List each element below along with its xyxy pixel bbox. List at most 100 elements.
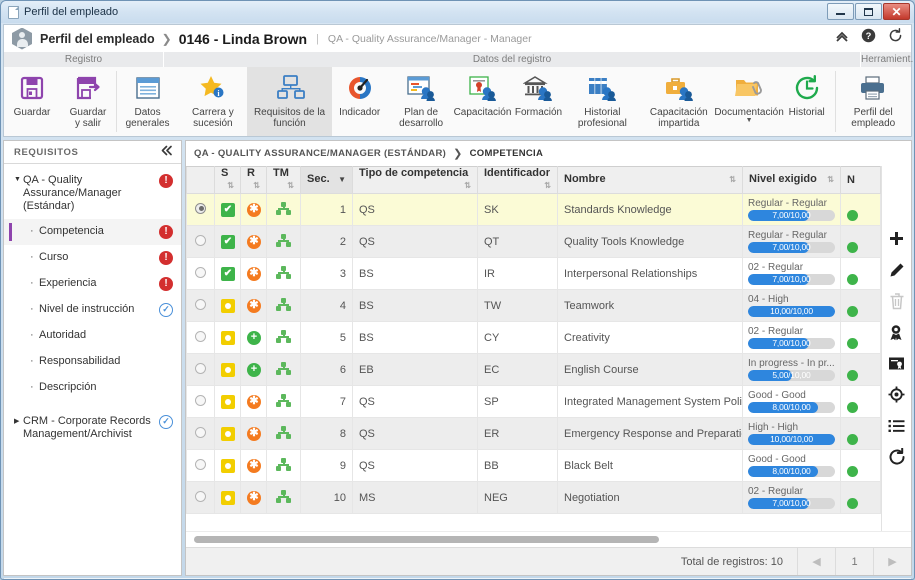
row-select-cell[interactable] — [186, 225, 215, 258]
close-button[interactable]: ✕ — [883, 3, 910, 20]
collapse-ribbon-icon[interactable] — [835, 29, 849, 43]
row-select-cell[interactable] — [186, 417, 215, 450]
ribbon-button-formacion[interactable]: Formación — [510, 67, 566, 136]
th-identificador[interactable]: Identificador ⇅ — [477, 166, 558, 194]
tree-node-nivel-de-instruccion[interactable]: · Nivel de instrucción ✓ — [4, 297, 181, 323]
row-radio[interactable] — [195, 266, 206, 278]
row-select-cell[interactable] — [186, 321, 215, 354]
row-select-cell[interactable] — [186, 289, 215, 322]
th-nombre[interactable]: Nombre ⇅ — [557, 166, 743, 194]
sec-cell: 5 — [300, 321, 353, 354]
expand-arrow-icon[interactable]: ▼ — [14, 174, 23, 183]
refresh-icon[interactable] — [888, 28, 903, 43]
row-select-cell[interactable] — [186, 449, 215, 482]
breadcrumb-root[interactable]: Perfil del empleado — [40, 32, 155, 46]
ribbon-button-requisitos-de-la-funcion[interactable]: Requisitos de la función — [247, 67, 332, 136]
table-row[interactable]: ✱ 4 BS TW Teamwork 04 - High 10,00/10,00 — [186, 289, 881, 322]
row-radio[interactable] — [195, 234, 206, 246]
row-radio[interactable] — [195, 458, 206, 470]
row-radio[interactable] — [195, 202, 206, 214]
th-r[interactable]: R ⇅ — [240, 166, 267, 194]
th-tm[interactable]: TM ⇅ — [266, 166, 301, 194]
ribbon-button-guardar-y-salir[interactable]: Guardar y salir — [60, 67, 116, 136]
row-select-cell[interactable] — [186, 481, 215, 514]
body-area: REQUISITOS ▼ QA - Quality Assurance/Mana… — [3, 140, 912, 576]
table-row[interactable]: ✱ 8 QS ER Emergency Response and Preparation… — [186, 417, 881, 450]
row-select-cell[interactable] — [186, 257, 215, 290]
sort-icon[interactable]: ⇅ — [464, 179, 471, 193]
sort-icon[interactable]: ⇅ — [827, 173, 834, 187]
certificate-icon[interactable] — [882, 348, 912, 379]
tree-node-experiencia[interactable]: · Experiencia ! — [4, 271, 181, 297]
ribbon-button-capacitacion-impartida[interactable]: Capacitación impartida — [638, 67, 719, 136]
th-sec[interactable]: Sec. ▼ — [300, 166, 353, 194]
ribbon-button-datos-generales[interactable]: Datos generales — [117, 67, 179, 136]
tree-node-qa-root[interactable]: ▼ QA - Quality Assurance/Manager (Estánd… — [4, 168, 181, 219]
th-next-column[interactable]: N — [840, 166, 881, 194]
chevron-down-icon[interactable]: ▼ — [746, 117, 753, 124]
row-select-cell[interactable] — [186, 353, 215, 386]
tree-node-competencia[interactable]: · Competencia ! — [4, 219, 181, 245]
ribbon-button-guardar[interactable]: Guardar — [4, 67, 60, 136]
prev-page-button[interactable]: ◀ — [797, 548, 835, 575]
maximize-button[interactable] — [855, 3, 882, 20]
grid-scroll-area[interactable]: S ⇅ R ⇅ TM ⇅ Sec. ▼ Tipo de competencia ⇅ Ide… — [186, 166, 881, 531]
table-row[interactable]: ✔ ✱ 2 QS QT Quality Tools Knowledge Regular - … — [186, 225, 881, 258]
table-row[interactable]: ✔ ✱ 3 BS IR Interpersonal Relationships 02 - R… — [186, 257, 881, 290]
ribbon-button-historial[interactable]: Historial — [779, 67, 835, 136]
row-radio[interactable] — [195, 362, 206, 374]
row-select-cell[interactable] — [186, 385, 215, 418]
ribbon-button-carrera-y-sucesion[interactable]: i Carrera y sucesión — [178, 67, 247, 136]
row-radio[interactable] — [195, 298, 206, 310]
table-row[interactable]: ✱ 10 MS NEG Negotiation 02 - Regular 7,00/10,0… — [186, 481, 881, 514]
grid-hscroll-thumb[interactable] — [194, 536, 660, 543]
sort-icon[interactable]: ⇅ — [253, 179, 260, 193]
sort-desc-icon[interactable]: ▼ — [338, 173, 346, 187]
sort-icon[interactable]: ⇅ — [227, 179, 234, 193]
row-radio[interactable] — [195, 490, 206, 502]
table-row[interactable]: ✱ 9 QS BB Black Belt Good - Good 8,00/10,00 — [186, 449, 881, 482]
tree-node-descripcion[interactable]: · Descripción — [4, 375, 181, 401]
next-page-button[interactable]: ▶ — [873, 548, 911, 575]
sort-icon[interactable]: ⇅ — [287, 179, 294, 193]
edit-pencil-icon[interactable] — [882, 255, 912, 286]
th-tipo[interactable]: Tipo de competencia ⇅ — [352, 166, 478, 194]
expand-arrow-icon[interactable]: ▶ — [14, 415, 23, 425]
help-icon[interactable]: ? — [861, 28, 876, 43]
table-row[interactable]: ✱ 7 QS SP Integrated Management System Polic… — [186, 385, 881, 418]
sort-icon[interactable]: ⇅ — [544, 179, 551, 193]
row-radio[interactable] — [195, 330, 206, 342]
ribbon-button-plan-de-desarrollo[interactable]: Plan de desarrollo — [388, 67, 455, 136]
row-select-cell[interactable] — [186, 193, 215, 226]
tree-node-responsabilidad[interactable]: · Responsabilidad — [4, 349, 181, 375]
tree-node-curso[interactable]: · Curso ! — [4, 245, 181, 271]
ribbon-button-historial-profesional[interactable]: Historial profesional — [566, 67, 638, 136]
th-s[interactable]: S ⇅ — [214, 166, 241, 194]
page-number[interactable]: 1 — [835, 548, 873, 575]
tree-node-autoridad[interactable]: · Autoridad — [4, 323, 181, 349]
collapse-panel-icon[interactable] — [161, 145, 173, 159]
ribbon-button-documentacion[interactable]: Documentación ▼ — [714, 67, 784, 136]
award-medal-icon[interactable] — [882, 317, 912, 348]
th-nivel-exigido[interactable]: Nivel exigido ⇅ — [742, 166, 841, 194]
sort-icon[interactable]: ⇅ — [729, 173, 736, 187]
ribbon-button-capacitacion[interactable]: Capacitación — [454, 67, 511, 136]
table-row[interactable]: +6 EB EC English Course In progress - In pr.… — [186, 353, 881, 386]
refresh-icon[interactable] — [882, 441, 912, 472]
row-radio[interactable] — [195, 426, 206, 438]
nombre-cell: Teamwork — [557, 289, 743, 322]
add-plus-icon[interactable] — [882, 224, 912, 255]
table-row[interactable]: +5 BS CY Creativity 02 - Regular 7,00/10,00 — [186, 321, 881, 354]
status-green-check-icon: ✔ — [221, 266, 235, 281]
content-breadcrumb-parent[interactable]: QA - QUALITY ASSURANCE/MANAGER (ESTÁNDAR… — [194, 148, 446, 159]
status-orange-asterisk-icon: ✱ — [247, 458, 261, 473]
row-radio[interactable] — [195, 394, 206, 406]
target-icon[interactable] — [882, 379, 912, 410]
tree-node-crm-root[interactable]: ▶ CRM - Corporate Records Management/Arc… — [4, 409, 181, 447]
ribbon-button-indicador[interactable]: Indicador — [332, 67, 388, 136]
table-row[interactable]: ✔ ✱ 1 QS SK Standards Knowledge Regular - Regu… — [186, 193, 881, 226]
grid-hscrollbar[interactable] — [194, 536, 899, 543]
list-icon[interactable] — [882, 410, 912, 441]
minimize-button[interactable] — [827, 3, 854, 20]
ribbon-button-perfil-del-empleado[interactable]: Perfil del empleado — [835, 67, 911, 136]
